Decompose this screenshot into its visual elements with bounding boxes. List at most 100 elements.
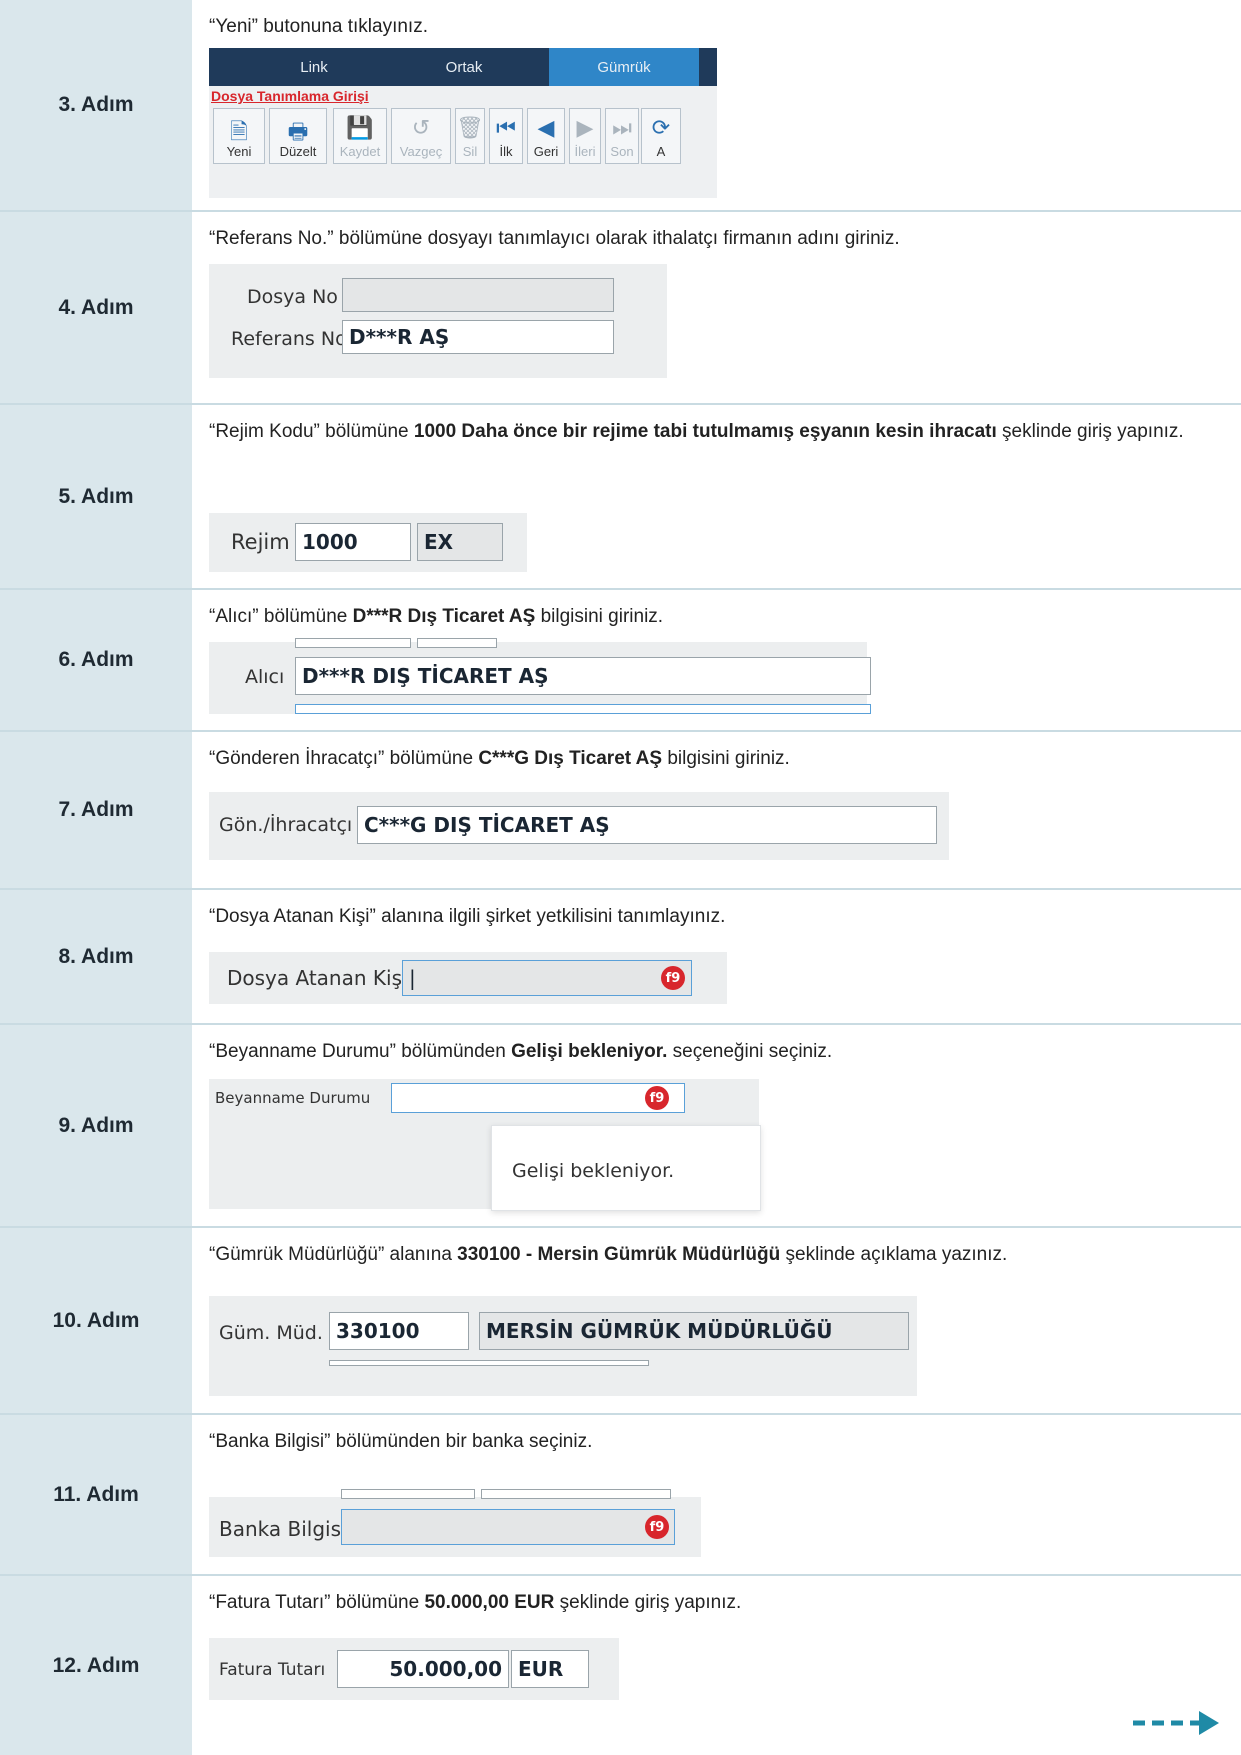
- step-label: 4. Adım: [0, 212, 192, 403]
- undo-icon: ↺: [411, 115, 431, 140]
- trash-icon: 🗑: [456, 115, 484, 140]
- toolbar-button-9[interactable]: ⏭ Son: [605, 108, 639, 164]
- instruction-bold-text: C***G Dış Ticaret AŞ: [478, 748, 663, 769]
- form-screenshot: Rejim 1000 EX: [209, 513, 527, 572]
- instruction-text: “Banka Bilgisi” bölümünden bir banka seç…: [209, 1431, 593, 1452]
- partial-field: [295, 638, 411, 648]
- form-screenshot: Banka Bilgisi f9: [209, 1489, 701, 1557]
- instruction-text: “Referans No.” bölümüne dosyayı tanımlay…: [209, 228, 900, 249]
- toolbar-button-10[interactable]: ⟳ A: [641, 108, 681, 164]
- step-row-8: 8. Adım “Dosya Atanan Kişi” alanına ilgi…: [0, 888, 1241, 1023]
- instruction-text: “Fatura Tutarı” bölümüne: [209, 1592, 425, 1613]
- toolbar-button-3[interactable]: 💾 Kaydet: [333, 108, 387, 164]
- step-row-3: 3. Adım “Yeni” butonuna tıklayınız. Link…: [0, 0, 1241, 210]
- banka-label: Banka Bilgisi: [219, 1517, 347, 1541]
- toolbar-screenshot: Link Ortak Gümrük Dosya Tanımlama Girişi…: [209, 48, 717, 198]
- toolbar-button-4[interactable]: ↺ Vazgeç: [391, 108, 451, 164]
- toolbar-button-5[interactable]: 🗑 Sil: [455, 108, 485, 164]
- step-instruction: “Gümrük Müdürlüğü” alanına 330100 - Mers…: [209, 1240, 1221, 1270]
- refresh-icon: ⟳: [651, 115, 671, 140]
- toolbar-button-label: Yeni: [226, 144, 252, 159]
- instruction-text: “Yeni” butonuna tıklayınız.: [209, 16, 428, 37]
- instruction-text: şeklinde açıklama yazınız.: [780, 1244, 1008, 1265]
- back-icon: ◀: [537, 115, 555, 140]
- instruction-text: “Gümrük Müdürlüğü” alanına: [209, 1244, 458, 1265]
- instruction-text: “Dosya Atanan Kişi” alanına ilgili şirke…: [209, 906, 726, 927]
- toolbar-button-2[interactable]: 🖶 Düzelt: [269, 108, 327, 164]
- step-row-4: 4. Adım “Referans No.” bölümüne dosyayı …: [0, 210, 1241, 403]
- form-screenshot: Beyanname Durumu f9 Gelişi bekleniyor.: [209, 1079, 761, 1211]
- beyanname-field[interactable]: [391, 1083, 685, 1113]
- step-instruction: “Fatura Tutarı” bölümüne 50.000,00 EUR ş…: [209, 1588, 1221, 1618]
- referans-no-field[interactable]: D***R AŞ: [342, 320, 614, 354]
- referans-no-label: Referans No: [231, 328, 347, 350]
- step-instruction: “Referans No.” bölümüne dosyayı tanımlay…: [209, 224, 1221, 254]
- toolbar-button-label: Sil: [462, 144, 478, 159]
- alici-label: Alıcı: [245, 666, 285, 688]
- step-instruction: “Alıcı” bölümüne D***R Dış Ticaret AŞ bi…: [209, 602, 1221, 632]
- next-page-arrow-icon: [1133, 1711, 1219, 1735]
- gonderen-field[interactable]: C***G DIŞ TİCARET AŞ: [357, 806, 937, 844]
- instruction-text: şeklinde giriş yapınız.: [996, 421, 1184, 442]
- instruction-text: “Gönderen İhracatçı” bölümüne: [209, 748, 479, 769]
- form-screenshot: Gön./İhracatçı C***G DIŞ TİCARET AŞ: [209, 792, 949, 860]
- rejim-code-field[interactable]: 1000: [295, 523, 411, 561]
- step-label: 11. Adım: [0, 1415, 192, 1574]
- banka-field[interactable]: [341, 1509, 675, 1545]
- beyanname-label: Beyanname Durumu: [215, 1089, 371, 1107]
- fatura-currency-field[interactable]: EUR: [511, 1650, 589, 1688]
- gonderen-label: Gön./İhracatçı: [219, 814, 353, 836]
- gum-mud-code-field[interactable]: 330100: [329, 1312, 469, 1350]
- toolbar-button-7[interactable]: ◀ Geri: [527, 108, 565, 164]
- partial-field: [295, 704, 871, 714]
- tab-link[interactable]: Link: [249, 48, 379, 86]
- f9-icon[interactable]: f9: [645, 1515, 669, 1539]
- rejim-label: Rejim: [231, 530, 290, 554]
- last-icon: ⏭: [612, 115, 632, 140]
- step-instruction: “Banka Bilgisi” bölümünden bir banka seç…: [209, 1427, 1221, 1457]
- forward-icon: ▶: [576, 115, 594, 140]
- step-label: 9. Adım: [0, 1025, 192, 1226]
- instruction-bold-text: 1000 Daha önce bir rejime tabi tutulmamı…: [413, 421, 997, 442]
- toolbar-button-8[interactable]: ▶ İleri: [569, 108, 601, 164]
- option-gelisi-bekleniyor[interactable]: Gelişi bekleniyor.: [512, 1160, 674, 1182]
- step-row-12: 12. Adım “Fatura Tutarı” bölümüne 50.000…: [0, 1574, 1241, 1755]
- step-instruction: “Rejim Kodu” bölümüne 1000 Daha önce bir…: [209, 417, 1221, 447]
- step-row-10: 10. Adım “Gümrük Müdürlüğü” alanına 3301…: [0, 1226, 1241, 1413]
- step-row-6: 6. Adım “Alıcı” bölümüne D***R Dış Ticar…: [0, 588, 1241, 730]
- toolbar-button-1[interactable]: 🗎 Yeni: [213, 108, 265, 164]
- toolbar-button-label: Vazgeç: [399, 144, 443, 159]
- dosya-no-field[interactable]: [342, 278, 614, 312]
- step-row-9: 9. Adım “Beyanname Durumu” bölümünden Ge…: [0, 1023, 1241, 1226]
- gum-mud-label: Güm. Müd.: [219, 1322, 323, 1344]
- partial-field: [481, 1489, 671, 1499]
- instruction-text: bilgisini giriniz.: [662, 748, 790, 769]
- step-instruction: “Gönderen İhracatçı” bölümüne C***G Dış …: [209, 744, 1221, 774]
- dosya-atanan-field[interactable]: |: [402, 960, 692, 996]
- f9-icon[interactable]: f9: [661, 966, 685, 990]
- dosya-atanan-label: Dosya Atanan Kişi: [227, 966, 408, 990]
- step-label: 10. Adım: [0, 1228, 192, 1413]
- fatura-label: Fatura Tutarı: [219, 1660, 326, 1680]
- form-title: Dosya Tanımlama Girişi: [211, 88, 369, 104]
- toolbar-button-label: İlk: [499, 144, 513, 159]
- tab-ortak[interactable]: Ortak: [399, 48, 529, 86]
- module-tabs: Link Ortak Gümrük: [209, 48, 717, 86]
- partial-field: [329, 1360, 649, 1366]
- form-screenshot: Dosya No Referans No D***R AŞ: [209, 264, 667, 378]
- partial-field: [417, 638, 497, 648]
- gum-mud-name-field: MERSİN GÜMRÜK MÜDÜRLÜĞÜ: [479, 1312, 909, 1350]
- dosya-no-label: Dosya No: [247, 286, 338, 308]
- toolbar-button-6[interactable]: ⏮ İlk: [489, 108, 523, 164]
- step-label: 3. Adım: [0, 0, 192, 210]
- tab-gumruk[interactable]: Gümrük: [549, 48, 699, 86]
- form-screenshot: Fatura Tutarı 50.000,00 EUR: [209, 1638, 619, 1700]
- fatura-amount-field[interactable]: 50.000,00: [337, 1650, 509, 1688]
- alici-field[interactable]: D***R DIŞ TİCARET AŞ: [295, 657, 871, 695]
- instruction-text: bilgisini giriniz.: [535, 606, 664, 627]
- save-icon: 💾: [346, 115, 374, 140]
- instruction-text: şeklinde giriş yapınız.: [554, 1592, 742, 1613]
- f9-icon[interactable]: f9: [645, 1086, 669, 1110]
- instruction-bold-text: D***R Dış Ticaret AŞ: [352, 606, 536, 627]
- step-row-5: 5. Adım “Rejim Kodu” bölümüne 1000 Daha …: [0, 403, 1241, 588]
